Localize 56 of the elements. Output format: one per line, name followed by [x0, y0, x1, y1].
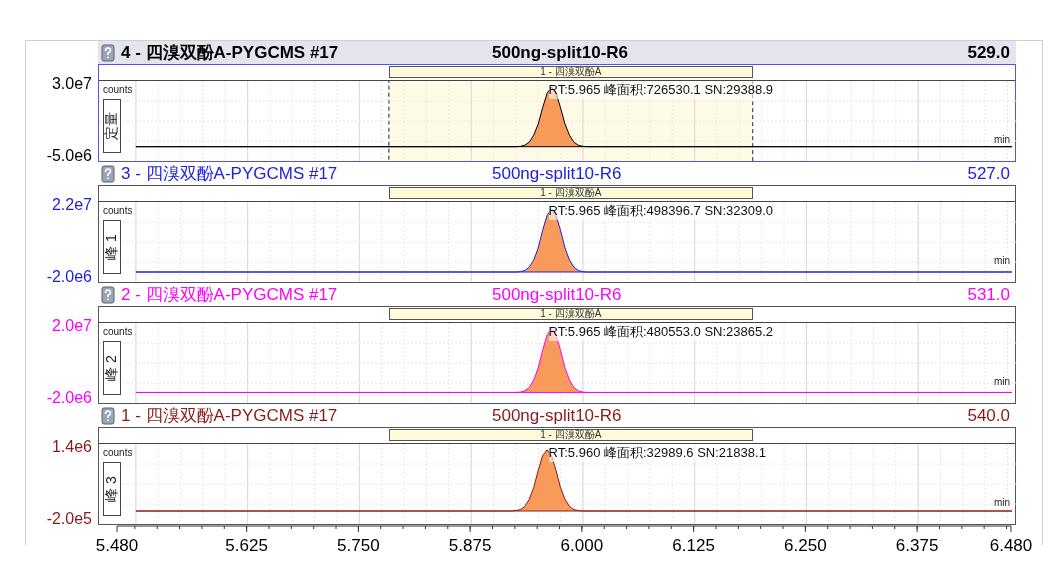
x-tick-label: 6.480 — [989, 536, 1033, 555]
x-tick-label: 6.375 — [895, 536, 939, 555]
compound-label-bar[interactable]: 1 - 四溴双酚A — [388, 187, 753, 199]
x-unit-label: min — [992, 497, 1011, 508]
x-tick-label: 5.750 — [337, 536, 380, 555]
compound-label-bar[interactable]: 1 - 四溴双酚A — [388, 429, 753, 441]
trace-title: 4 - 四溴双酚A-PYGCMS #17 — [121, 42, 339, 64]
y-tick-label: -2.0e5 — [46, 510, 92, 528]
y-tick-label: -2.0e6 — [46, 389, 92, 407]
sample-name: 500ng-split10-R6 — [492, 405, 622, 426]
x-tick-label: 5.625 — [225, 536, 268, 555]
peak-annotation: RT:5.965 峰面积:480553.0 SN:23865.2 — [548, 323, 774, 341]
y-tick-label: 1.4e6 — [51, 438, 92, 456]
x-tick-label: 6.250 — [784, 536, 827, 555]
x-unit-label: min — [992, 134, 1011, 145]
mass-value: 527.0 — [967, 163, 1010, 184]
help-icon[interactable] — [101, 164, 115, 183]
x-tick-label: 5.480 — [95, 536, 139, 555]
y-tick-label: -2.0e6 — [46, 268, 92, 286]
peak-annotation: RT:5.965 峰面积:726530.1 SN:29388.9 — [548, 81, 774, 99]
x-tick-label: 6.000 — [560, 536, 604, 555]
help-icon[interactable] — [101, 406, 115, 425]
y-unit-label: counts — [103, 84, 133, 95]
y-unit-label: counts — [103, 447, 133, 458]
peak-annotation: RT:5.965 峰面积:498396.7 SN:32309.0 — [548, 202, 774, 220]
panel-header[interactable]: 1 - 四溴双酚A-PYGCMS #17 500ng-split10-R6 540.0 — [98, 404, 1016, 427]
x-unit-label: min — [992, 376, 1011, 387]
compound-label-bar[interactable]: 1 - 四溴双酚A — [388, 66, 753, 78]
help-icon[interactable] — [101, 43, 115, 62]
y-tick-label: -5.0e6 — [46, 147, 92, 165]
panel-header[interactable]: 3 - 四溴双酚A-PYGCMS #17 500ng-split10-R6 527.0 — [98, 162, 1016, 185]
peak-tag[interactable]: 峰 2 — [103, 341, 121, 395]
mass-value: 529.0 — [967, 42, 1010, 63]
x-tick-label: 6.125 — [672, 536, 715, 555]
y-unit-label: counts — [103, 205, 133, 216]
panel-header[interactable]: 4 - 四溴双酚A-PYGCMS #17 500ng-split10-R6 529.0 — [98, 41, 1016, 64]
x-tick-label: 5.875 — [448, 536, 492, 555]
trace-title: 1 - 四溴双酚A-PYGCMS #17 — [121, 405, 338, 427]
y-tick-label: 2.0e7 — [51, 317, 92, 335]
help-icon[interactable] — [101, 285, 115, 304]
peak-tag[interactable]: 定量 — [103, 99, 121, 153]
sample-name: 500ng-split10-R6 — [492, 163, 622, 184]
trace-title: 2 - 四溴双酚A-PYGCMS #17 — [121, 284, 338, 306]
mass-value: 540.0 — [967, 405, 1010, 426]
sample-name: 500ng-split10-R6 — [492, 42, 629, 63]
x-unit-label: min — [992, 255, 1011, 266]
mass-value: 531.0 — [967, 284, 1010, 305]
y-unit-label: counts — [103, 326, 133, 337]
trace-title: 3 - 四溴双酚A-PYGCMS #17 — [121, 163, 338, 185]
peak-tag[interactable]: 峰 1 — [103, 220, 121, 274]
sample-name: 500ng-split10-R6 — [492, 284, 622, 305]
compound-label-bar[interactable]: 1 - 四溴双酚A — [388, 308, 753, 320]
peak-annotation: RT:5.960 峰面积:32989.6 SN:21838.1 — [548, 444, 766, 462]
peak-tag[interactable]: 峰 3 — [103, 462, 121, 516]
y-tick-label: 3.0e7 — [51, 75, 92, 93]
y-tick-label: 2.2e7 — [51, 196, 92, 214]
